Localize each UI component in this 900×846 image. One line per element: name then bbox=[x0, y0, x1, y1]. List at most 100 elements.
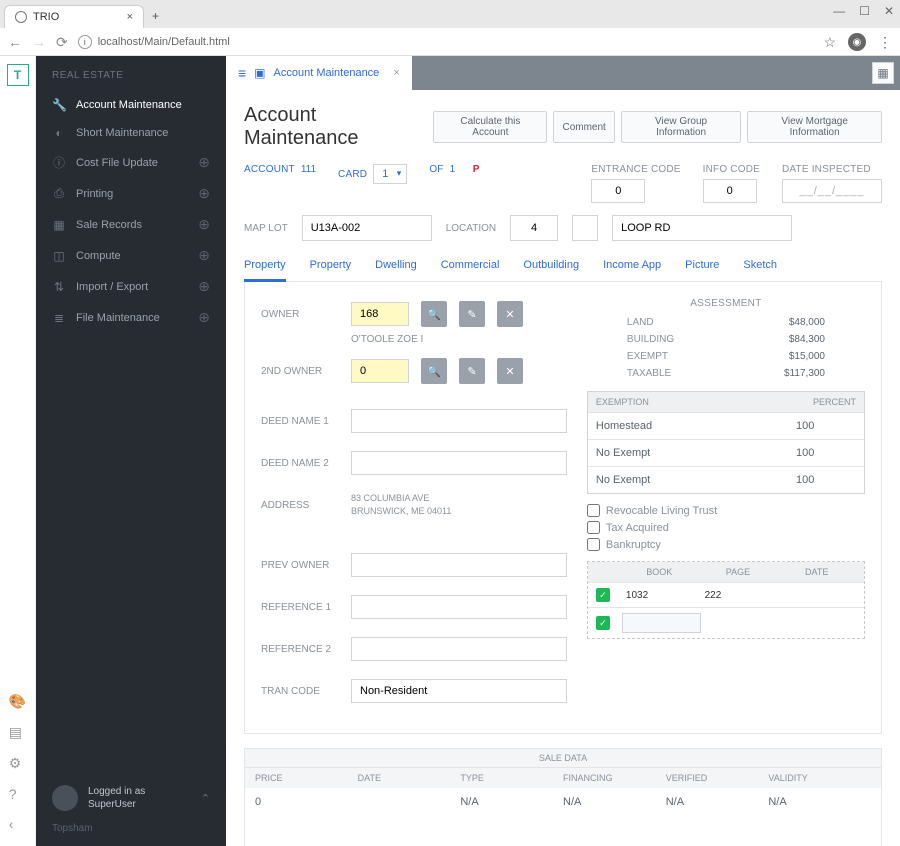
revocable-trust-checkbox[interactable]: Revocable Living Trust bbox=[587, 504, 865, 517]
close-tab-icon[interactable]: × bbox=[127, 11, 133, 23]
view-mortgage-info-button[interactable]: View Mortgage Information bbox=[747, 111, 882, 143]
sidebar-item-compute[interactable]: ◫Compute⊕ bbox=[36, 240, 226, 271]
wrench-icon: 🔧 bbox=[52, 98, 66, 112]
owner2-input[interactable] bbox=[351, 359, 409, 383]
gear-icon[interactable]: ⚙ bbox=[9, 755, 26, 772]
tab-outbuilding[interactable]: Outbuilding bbox=[523, 251, 579, 281]
profile-icon[interactable]: ◉ bbox=[848, 33, 866, 51]
comment-button[interactable]: Comment bbox=[553, 111, 614, 143]
assess-land-label: LAND bbox=[627, 317, 754, 328]
expand-icon[interactable]: ⊕ bbox=[198, 185, 210, 202]
window-minimize-icon[interactable]: — bbox=[833, 4, 845, 18]
exemption-row[interactable]: No Exempt100 bbox=[588, 466, 864, 493]
chevron-up-icon: ⌃ bbox=[201, 792, 210, 805]
location-num-input[interactable] bbox=[510, 215, 558, 241]
menu-icon[interactable]: ≡ bbox=[238, 65, 246, 81]
tab-sketch[interactable]: Sketch bbox=[743, 251, 777, 281]
tab-dwelling[interactable]: Dwelling bbox=[375, 251, 417, 281]
maplot-input[interactable] bbox=[302, 215, 432, 241]
deed2-input[interactable] bbox=[351, 451, 567, 475]
close-doc-icon[interactable]: × bbox=[393, 67, 399, 79]
exemption-row[interactable]: No Exempt100 bbox=[588, 439, 864, 466]
owner2-edit-button[interactable]: ✎ bbox=[459, 358, 485, 384]
sidebar-item-import-export[interactable]: ⇅Import / Export⊕ bbox=[36, 271, 226, 302]
bpd-book-input[interactable] bbox=[622, 613, 701, 633]
account-value: 111 bbox=[301, 164, 316, 175]
street-input[interactable] bbox=[612, 215, 792, 241]
sale-data-table: SALE DATA PRICE DATE TYPE FINANCING VERI… bbox=[244, 748, 882, 846]
tab-picture[interactable]: Picture bbox=[685, 251, 719, 281]
sidebar-item-short-maintenance[interactable]: ◐Short Maintenance bbox=[36, 119, 226, 147]
address-bar[interactable]: i localhost/Main/Default.html bbox=[78, 35, 814, 49]
sidebar-footer: Topsham bbox=[36, 823, 226, 846]
check-icon[interactable]: ✓ bbox=[596, 616, 610, 630]
assess-land-value: $48,000 bbox=[784, 317, 825, 328]
sidebar-item-printing[interactable]: ⎙Printing⊕ bbox=[36, 178, 226, 209]
collapse-icon[interactable]: ‹ bbox=[9, 816, 26, 832]
entrance-code-label: ENTRANCE CODE bbox=[591, 164, 680, 175]
owner-input[interactable] bbox=[351, 302, 409, 326]
calculate-account-button[interactable]: Calculate this Account bbox=[433, 111, 547, 143]
owner2-search-button[interactable]: 🔍 bbox=[421, 358, 447, 384]
owner-search-button[interactable]: 🔍 bbox=[421, 301, 447, 327]
app-logo[interactable]: T bbox=[7, 64, 29, 86]
ref1-input[interactable] bbox=[351, 595, 567, 619]
list-icon: ▦ bbox=[52, 218, 66, 232]
expand-icon[interactable]: ⊕ bbox=[198, 216, 210, 233]
tab-property-2[interactable]: Property bbox=[310, 251, 352, 281]
prev-owner-input[interactable] bbox=[351, 553, 567, 577]
deed1-input[interactable] bbox=[351, 409, 567, 433]
browser-menu-icon[interactable]: ⋮ bbox=[878, 34, 892, 51]
expand-icon[interactable]: ⊕ bbox=[198, 309, 210, 326]
reload-icon[interactable]: ⟳ bbox=[56, 34, 68, 51]
palette-icon[interactable]: 🎨 bbox=[9, 693, 26, 710]
site-info-icon[interactable]: i bbox=[78, 35, 92, 49]
of-value: 1 bbox=[450, 164, 456, 175]
browser-tab[interactable]: TRIO × bbox=[4, 5, 144, 28]
document-tab[interactable]: ≡ ▣ Account Maintenance × bbox=[226, 56, 412, 90]
ref2-input[interactable] bbox=[351, 637, 567, 661]
clipboard-icon[interactable]: ▤ bbox=[9, 724, 26, 741]
sidebar-item-cost-file-update[interactable]: ⓘCost File Update⊕ bbox=[36, 147, 226, 178]
bpd-row[interactable]: ✓ bbox=[588, 607, 864, 638]
tran-code-input[interactable] bbox=[351, 679, 567, 703]
view-group-info-button[interactable]: View Group Information bbox=[621, 111, 742, 143]
sale-row[interactable]: 0 N/A N/A N/A N/A bbox=[245, 788, 881, 816]
assess-exempt-label: EXEMPT bbox=[627, 351, 754, 362]
owner-edit-button[interactable]: ✎ bbox=[459, 301, 485, 327]
expand-icon[interactable]: ⊕ bbox=[198, 247, 210, 264]
assessment-title: ASSESSMENT bbox=[587, 298, 865, 309]
expand-icon[interactable]: ⊕ bbox=[198, 154, 210, 171]
window-close-icon[interactable]: ✕ bbox=[884, 4, 894, 18]
sidebar-item-file-maintenance[interactable]: ≣File Maintenance⊕ bbox=[36, 302, 226, 333]
info-code-input[interactable] bbox=[703, 179, 757, 203]
entrance-code-input[interactable] bbox=[591, 179, 645, 203]
grid-icon[interactable]: ▦ bbox=[872, 62, 894, 84]
tab-property-1[interactable]: Property bbox=[244, 251, 286, 282]
bankruptcy-checkbox[interactable]: Bankruptcy bbox=[587, 538, 865, 551]
bpd-row[interactable]: ✓ 1032 222 bbox=[588, 582, 864, 607]
location-unit-input[interactable] bbox=[572, 215, 598, 241]
sidebar-item-account-maintenance[interactable]: 🔧Account Maintenance bbox=[36, 91, 226, 119]
sidebar-item-sale-records[interactable]: ▦Sale Records⊕ bbox=[36, 209, 226, 240]
back-icon[interactable]: ← bbox=[8, 34, 22, 50]
star-icon[interactable]: ☆ bbox=[823, 34, 836, 51]
owner2-clear-button[interactable]: ✕ bbox=[497, 358, 523, 384]
exemption-row[interactable]: Homestead100 bbox=[588, 412, 864, 439]
card-select[interactable]: 1 bbox=[373, 164, 407, 184]
transfer-icon: ⇅ bbox=[52, 280, 66, 294]
tab-commercial[interactable]: Commercial bbox=[441, 251, 500, 281]
expand-icon[interactable]: ⊕ bbox=[198, 278, 210, 295]
tab-income-app[interactable]: Income App bbox=[603, 251, 661, 281]
user-block[interactable]: Logged in as SuperUser ⌃ bbox=[36, 773, 226, 823]
new-tab-button[interactable]: + bbox=[144, 4, 167, 28]
owner-clear-button[interactable]: ✕ bbox=[497, 301, 523, 327]
date-inspected-input[interactable] bbox=[782, 179, 882, 203]
check-icon[interactable]: ✓ bbox=[596, 588, 610, 602]
date-inspected-label: DATE INSPECTED bbox=[782, 164, 882, 175]
forward-icon[interactable]: → bbox=[32, 34, 46, 50]
tax-acquired-checkbox[interactable]: Tax Acquired bbox=[587, 521, 865, 534]
help-icon[interactable]: ? bbox=[9, 786, 26, 802]
prev-owner-label: PREV OWNER bbox=[261, 560, 339, 571]
window-maximize-icon[interactable]: ☐ bbox=[859, 4, 870, 18]
